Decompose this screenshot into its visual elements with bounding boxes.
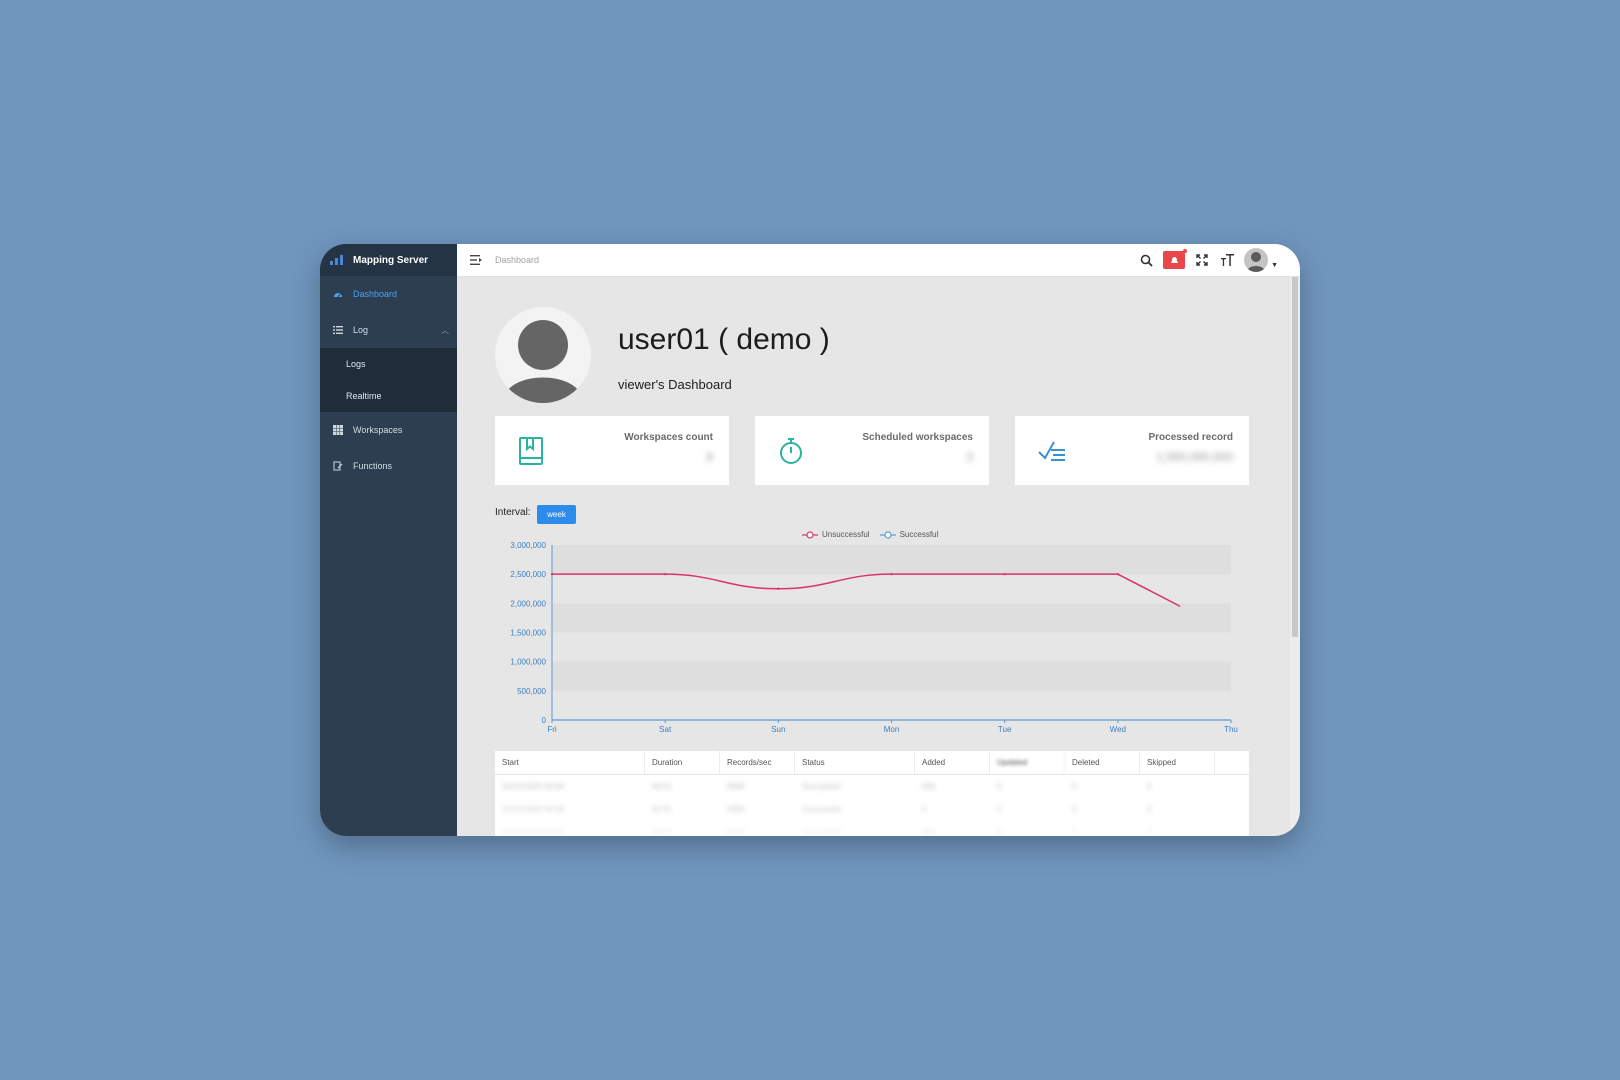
y-tick-label: 1,500,000 xyxy=(510,629,546,638)
grid-band xyxy=(552,661,1231,691)
vertical-scrollbar[interactable] xyxy=(1290,277,1300,836)
app-title: Mapping Server xyxy=(353,254,429,266)
sidebar: Mapping Server Dashboard Log ︿ Logs Real… xyxy=(320,244,457,836)
stat-value: 3 xyxy=(966,450,973,464)
x-tick-label: Fri xyxy=(547,725,557,734)
table-cell: 00:01 xyxy=(652,782,673,791)
table-cell: 0 xyxy=(1072,782,1077,791)
table-cell: 0000 xyxy=(727,782,745,791)
chevron-down-icon[interactable]: ▼ xyxy=(1271,262,1278,269)
table-row[interactable]: 01/01/2020 00:0000:010000Successful00000… xyxy=(495,775,1249,798)
series-line-0 xyxy=(552,573,1181,607)
grid-band xyxy=(552,545,1231,575)
chevron-up-icon: ︿ xyxy=(441,325,449,335)
series-point xyxy=(663,572,667,576)
logo-bar[interactable]: Mapping Server xyxy=(320,244,457,276)
stat-card-workspaces: Workspaces count 8 xyxy=(495,416,729,485)
sidebar-item-workspaces[interactable]: Workspaces xyxy=(320,412,457,448)
stat-card-processed: Processed record 1,000,000,000 xyxy=(1015,416,1249,485)
sidebar-subitem-logs[interactable]: Logs xyxy=(320,348,457,380)
sidebar-item-label: Workspaces xyxy=(353,425,403,435)
list-icon xyxy=(333,325,343,335)
series-point xyxy=(550,572,554,576)
x-tick-label: Thu xyxy=(1224,725,1238,734)
x-tick-label: Mon xyxy=(884,725,900,734)
grid-band xyxy=(552,603,1231,633)
interval-label: Interval: xyxy=(495,507,531,518)
header-actions: ▼ xyxy=(1138,248,1278,272)
table-cell: 01/01/2020 00:00 xyxy=(502,782,565,791)
table-header-cell[interactable]: Status xyxy=(795,751,915,774)
stat-label: Scheduled workspaces xyxy=(862,432,973,443)
runs-table: Start Duration Records/sec Status Added Updat… xyxy=(495,751,1249,836)
function-icon xyxy=(333,461,343,471)
table-header-cell[interactable]: Skipped xyxy=(1140,751,1215,774)
menu-toggle-icon[interactable] xyxy=(469,253,483,267)
profile-avatar xyxy=(495,307,591,403)
notification-icon[interactable] xyxy=(1163,249,1188,269)
grid-icon xyxy=(333,425,343,435)
sidebar-item-dashboard[interactable]: Dashboard xyxy=(320,276,457,312)
table-header-cell[interactable]: Start xyxy=(495,751,645,774)
checklist-icon xyxy=(1037,436,1065,464)
x-tick-label: Sat xyxy=(659,725,672,734)
text-size-icon[interactable] xyxy=(1219,252,1235,268)
stat-value: 1,000,000,000 xyxy=(1156,450,1233,464)
table-cell: 0 xyxy=(997,782,1002,791)
app-window: Mapping Server Dashboard Log ︿ Logs Real… xyxy=(320,244,1300,836)
x-tick-label: Sun xyxy=(771,725,785,734)
y-tick-label: 0 xyxy=(542,716,547,725)
table-header-cell[interactable]: Records/sec xyxy=(720,751,795,774)
table-cell: 000 xyxy=(922,782,936,791)
y-tick-label: 3,000,000 xyxy=(510,541,546,550)
search-icon[interactable] xyxy=(1138,252,1154,268)
sidebar-item-label: Functions xyxy=(353,461,393,471)
scrollbar-thumb[interactable] xyxy=(1292,277,1298,637)
series-point xyxy=(1116,572,1120,576)
series-point xyxy=(1003,572,1006,576)
stopwatch-icon xyxy=(777,436,805,464)
table-header-cell[interactable]: Deleted xyxy=(1065,751,1140,774)
table-header: Start Duration Records/sec Status Added Updat… xyxy=(495,751,1249,775)
sidebar-item-functions[interactable]: Functions xyxy=(320,448,457,484)
table-cell: Successful xyxy=(802,782,841,791)
user-name: user01 ( demo ) xyxy=(618,323,830,356)
y-tick-label: 2,500,000 xyxy=(510,570,546,579)
sidebar-subitem-realtime[interactable]: Realtime xyxy=(320,380,457,412)
book-icon xyxy=(517,436,545,465)
table-header-cell[interactable]: Duration xyxy=(645,751,720,774)
stat-value: 8 xyxy=(706,450,713,464)
logo-icon xyxy=(330,255,343,265)
breadcrumb[interactable]: Dashboard xyxy=(495,255,539,265)
top-header: Dashboard ▼ xyxy=(457,244,1300,277)
stat-label: Processed record xyxy=(1148,432,1234,443)
x-tick-label: Wed xyxy=(1110,725,1126,734)
dashboard-icon xyxy=(333,289,343,299)
log-submenu: Logs Realtime xyxy=(320,348,457,412)
main-content: user01 ( demo ) viewer's Dashboard Works… xyxy=(457,277,1290,836)
x-tick-label: Tue xyxy=(998,725,1012,734)
table-header-cell[interactable]: Updated xyxy=(990,751,1065,774)
dashboard-subtitle: viewer's Dashboard xyxy=(618,377,732,392)
table-fade xyxy=(495,800,1249,836)
fullscreen-icon[interactable] xyxy=(1194,252,1210,268)
y-tick-label: 2,000,000 xyxy=(510,599,546,608)
records-line-chart: 0 500,000 1,000,000 1,500,000 2,000,000 2,500… xyxy=(510,541,1238,734)
table-header-cell[interactable]: Added xyxy=(915,751,990,774)
table-cell: 0 xyxy=(1147,782,1152,791)
y-tick-label: 500,000 xyxy=(517,687,546,696)
stat-card-scheduled: Scheduled workspaces 3 xyxy=(755,416,989,485)
sidebar-item-label: Log xyxy=(353,325,369,335)
sidebar-item-label: Dashboard xyxy=(353,289,398,299)
user-avatar[interactable] xyxy=(1244,248,1269,272)
series-point xyxy=(890,572,893,576)
y-tick-label: 1,000,000 xyxy=(510,658,546,667)
notification-dot xyxy=(1183,249,1188,253)
interval-week-button[interactable]: week xyxy=(537,505,576,524)
sidebar-item-log[interactable]: Log ︿ xyxy=(320,312,457,348)
stat-label: Workspaces count xyxy=(624,432,713,443)
series-point xyxy=(777,587,780,590)
